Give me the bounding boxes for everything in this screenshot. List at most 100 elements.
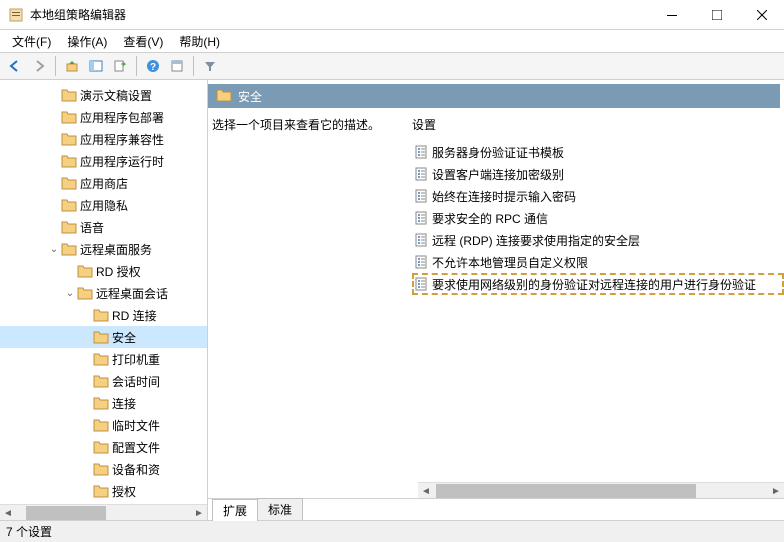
tree-item-label: 应用程序包部署 xyxy=(80,109,164,126)
tree-item[interactable]: RD 连接 xyxy=(0,304,207,326)
tree-item[interactable]: 应用程序运行时 xyxy=(0,150,207,172)
setting-item[interactable]: 要求使用网络级别的身份验证对远程连接的用户进行身份验证 xyxy=(412,273,784,295)
tree-item-label: 应用程序兼容性 xyxy=(80,131,164,148)
back-button[interactable] xyxy=(4,55,26,77)
tree-item[interactable]: 设备和资 xyxy=(0,458,207,480)
detail-pane: 安全 选择一个项目来查看它的描述。 设置 服务器身份验证证书模板设置客户端连接加… xyxy=(208,80,784,520)
tree-item-label: 连接 xyxy=(112,395,136,412)
setting-item[interactable]: 要求安全的 RPC 通信 xyxy=(412,207,784,229)
scroll-left-arrow[interactable]: ◄ xyxy=(418,483,434,498)
tree-item[interactable]: 打印机重 xyxy=(0,348,207,370)
folder-icon xyxy=(61,154,77,168)
properties-button[interactable] xyxy=(166,55,188,77)
tree-item[interactable]: 应用程序兼容性 xyxy=(0,128,207,150)
tree-item[interactable]: 安全 xyxy=(0,326,207,348)
tree-item-label: 会话时间 xyxy=(112,373,160,390)
setting-label: 设置客户端连接加密级别 xyxy=(432,166,564,183)
folder-icon xyxy=(93,484,109,498)
toolbar-separator xyxy=(136,56,137,76)
folder-icon xyxy=(216,88,232,105)
menu-help[interactable]: 帮助(H) xyxy=(171,31,228,52)
tab-standard[interactable]: 标准 xyxy=(257,498,303,520)
tree-item[interactable]: 应用隐私 xyxy=(0,194,207,216)
tree-item-label: 配置文件 xyxy=(112,439,160,456)
folder-icon xyxy=(77,264,93,278)
up-button[interactable] xyxy=(61,55,83,77)
forward-button[interactable] xyxy=(28,55,50,77)
tree-item[interactable]: 演示文稿设置 xyxy=(0,84,207,106)
folder-icon xyxy=(61,176,77,190)
tree-item[interactable]: RD 授权 xyxy=(0,260,207,282)
close-button[interactable] xyxy=(739,0,784,30)
collapse-icon[interactable]: ⌄ xyxy=(64,288,76,299)
setting-item[interactable]: 不允许本地管理员自定义权限 xyxy=(412,251,784,273)
tree-item[interactable]: 语音 xyxy=(0,216,207,238)
tree-pane: 演示文稿设置应用程序包部署应用程序兼容性应用程序运行时应用商店应用隐私语音 ⌄ 远程… xyxy=(0,80,208,520)
tree-horizontal-scrollbar[interactable]: ◄ ► xyxy=(0,504,207,520)
description-column: 选择一个项目来查看它的描述。 xyxy=(212,116,412,498)
tree-item[interactable]: ⌄ 远程桌面服务 xyxy=(0,238,207,260)
tree-item-label: 远程桌面服务 xyxy=(80,241,152,258)
menu-view[interactable]: 查看(V) xyxy=(115,31,171,52)
scrollbar-thumb[interactable] xyxy=(436,484,696,498)
tree-item-label: 应用隐私 xyxy=(80,197,128,214)
policy-icon xyxy=(414,233,428,247)
policy-icon xyxy=(414,145,428,159)
scroll-right-arrow[interactable]: ► xyxy=(768,483,784,498)
setting-label: 远程 (RDP) 连接要求使用指定的安全层 xyxy=(432,232,640,249)
status-text: 7 个设置 xyxy=(6,523,52,540)
setting-item[interactable]: 服务器身份验证证书模板 xyxy=(412,141,784,163)
toolbar: ? xyxy=(0,52,784,80)
tree-item[interactable]: 连接 xyxy=(0,392,207,414)
tab-strip: 扩展 标准 xyxy=(208,498,784,520)
detail-header: 安全 xyxy=(208,84,780,108)
tree-item[interactable]: 配置文件 xyxy=(0,436,207,458)
tree-item-label: 设备和资 xyxy=(112,461,160,478)
folder-icon xyxy=(61,220,77,234)
tree-item[interactable]: 应用程序包部署 xyxy=(0,106,207,128)
setting-label: 要求使用网络级别的身份验证对远程连接的用户进行身份验证 xyxy=(432,276,756,293)
tree-item[interactable]: 临时文件 xyxy=(0,414,207,436)
policy-icon xyxy=(414,211,428,225)
tree-item-label: 语音 xyxy=(80,219,104,236)
maximize-button[interactable] xyxy=(694,0,739,30)
folder-icon xyxy=(61,88,77,102)
settings-column: 设置 服务器身份验证证书模板设置客户端连接加密级别始终在连接时提示输入密码要求安… xyxy=(412,116,784,498)
help-button[interactable]: ? xyxy=(142,55,164,77)
export-button[interactable] xyxy=(109,55,131,77)
detail-horizontal-scrollbar[interactable]: ◄ ► xyxy=(418,482,784,498)
main-area: 演示文稿设置应用程序包部署应用程序兼容性应用程序运行时应用商店应用隐私语音 ⌄ 远程… xyxy=(0,80,784,520)
minimize-button[interactable] xyxy=(649,0,694,30)
scrollbar-thumb[interactable] xyxy=(26,506,106,520)
tree-item-label: RD 连接 xyxy=(112,307,157,324)
setting-label: 始终在连接时提示输入密码 xyxy=(432,188,576,205)
tree-item[interactable]: 授权 xyxy=(0,480,207,502)
tree-item[interactable]: ⌄ 远程桌面会话 xyxy=(0,282,207,304)
svg-text:?: ? xyxy=(150,62,156,73)
scroll-right-arrow[interactable]: ► xyxy=(191,505,207,520)
detail-title: 安全 xyxy=(238,88,262,105)
description-text: 选择一个项目来查看它的描述。 xyxy=(212,116,404,133)
toolbar-separator xyxy=(55,56,56,76)
show-hide-tree-button[interactable] xyxy=(85,55,107,77)
tree-item-label: RD 授权 xyxy=(96,263,141,280)
folder-icon xyxy=(77,286,93,300)
app-icon xyxy=(8,7,24,23)
scroll-left-arrow[interactable]: ◄ xyxy=(0,505,16,520)
tree-item[interactable]: 会话时间 xyxy=(0,370,207,392)
setting-label: 不允许本地管理员自定义权限 xyxy=(432,254,588,271)
settings-column-header[interactable]: 设置 xyxy=(412,116,784,133)
menu-file[interactable]: 文件(F) xyxy=(4,31,59,52)
setting-item[interactable]: 设置客户端连接加密级别 xyxy=(412,163,784,185)
menu-action[interactable]: 操作(A) xyxy=(59,31,115,52)
tree-item[interactable]: 应用商店 xyxy=(0,172,207,194)
filter-button[interactable] xyxy=(199,55,221,77)
setting-item[interactable]: 远程 (RDP) 连接要求使用指定的安全层 xyxy=(412,229,784,251)
setting-label: 要求安全的 RPC 通信 xyxy=(432,210,548,227)
setting-item[interactable]: 始终在连接时提示输入密码 xyxy=(412,185,784,207)
policy-icon xyxy=(414,167,428,181)
collapse-icon[interactable]: ⌄ xyxy=(48,244,60,255)
tab-extended[interactable]: 扩展 xyxy=(212,499,258,521)
tree-item-label: 远程桌面会话 xyxy=(96,285,168,302)
tree-item-label: 临时文件 xyxy=(112,417,160,434)
